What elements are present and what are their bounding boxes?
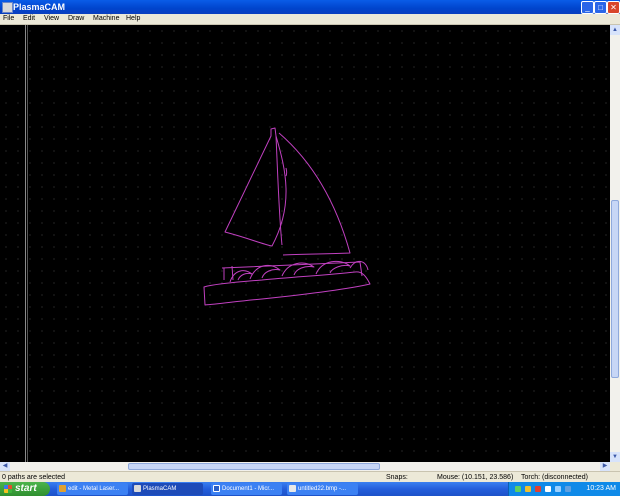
vertical-scroll-thumb[interactable] bbox=[611, 200, 619, 378]
plasmacam-icon bbox=[134, 485, 141, 492]
scroll-left-icon[interactable]: ◀ bbox=[0, 462, 10, 471]
minimize-button[interactable]: _ bbox=[581, 1, 594, 14]
windows-logo-icon bbox=[4, 485, 12, 493]
update-icon[interactable] bbox=[565, 486, 571, 492]
menu-help[interactable]: Help bbox=[126, 14, 140, 24]
start-button[interactable]: start bbox=[0, 482, 50, 496]
drawing-canvas[interactable] bbox=[0, 25, 610, 462]
network-icon[interactable] bbox=[515, 486, 521, 492]
taskbar-item-label: untitled22.bmp -... bbox=[298, 486, 347, 492]
taskbar-item-plasmacam[interactable]: PlasmaCAM bbox=[132, 483, 203, 495]
browser-icon bbox=[59, 485, 66, 492]
title-bar: PlasmaCAM _ □ ✕ bbox=[0, 0, 620, 14]
volume-icon[interactable] bbox=[545, 486, 551, 492]
taskbar-item-bmp[interactable]: untitled22.bmp -... bbox=[287, 483, 358, 495]
taskbar-item-label: PlasmaCAM bbox=[143, 486, 177, 492]
taskbar-item-document[interactable]: Document1 - Micr... bbox=[211, 483, 282, 495]
alert-icon[interactable] bbox=[535, 486, 541, 492]
menu-edit[interactable]: Edit bbox=[23, 14, 35, 24]
menu-view[interactable]: View bbox=[44, 14, 59, 24]
menu-bar: File Edit View Draw Machine Help bbox=[0, 14, 620, 25]
system-tray: 10:23 AM bbox=[508, 482, 620, 496]
scroll-down-icon[interactable]: ▼ bbox=[610, 452, 620, 462]
taskbar-item-label: Document1 - Micr... bbox=[222, 486, 275, 492]
connection-icon[interactable] bbox=[555, 486, 561, 492]
start-label: start bbox=[15, 483, 37, 494]
taskbar-item-edit[interactable]: edit - Metal Laser... bbox=[57, 483, 128, 495]
maximize-button[interactable]: □ bbox=[594, 1, 607, 14]
taskbar: start edit - Metal Laser... PlasmaCAM Do… bbox=[0, 482, 620, 496]
app-icon bbox=[2, 2, 13, 13]
menu-file[interactable]: File bbox=[3, 14, 14, 24]
word-icon bbox=[213, 485, 220, 492]
security-icon[interactable] bbox=[525, 486, 531, 492]
horizontal-scroll-thumb[interactable] bbox=[128, 463, 380, 470]
close-button[interactable]: ✕ bbox=[607, 1, 620, 14]
scrollbar-corner bbox=[610, 462, 620, 471]
scroll-right-icon[interactable]: ▶ bbox=[600, 462, 610, 471]
menu-machine[interactable]: Machine bbox=[93, 14, 119, 24]
origin-guide-line bbox=[25, 25, 26, 462]
taskbar-item-label: edit - Metal Laser... bbox=[68, 486, 120, 492]
window-title: PlasmaCAM bbox=[13, 2, 66, 12]
origin-guide-line-secondary bbox=[27, 25, 28, 462]
menu-draw[interactable]: Draw bbox=[68, 14, 84, 24]
clock[interactable]: 10:23 AM bbox=[586, 482, 616, 496]
scroll-up-icon[interactable]: ▲ bbox=[610, 25, 620, 35]
paint-icon bbox=[289, 485, 296, 492]
